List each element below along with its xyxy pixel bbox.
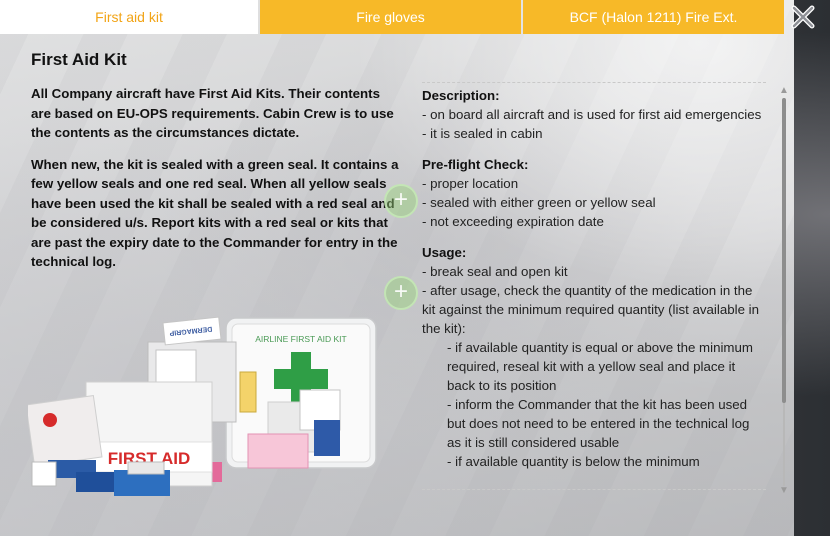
arrow-up-icon[interactable]: ▲ xyxy=(778,86,790,96)
description-line: - on board all aircraft and is used for … xyxy=(422,107,762,122)
first-aid-kit-illustration: AIRLINE FIRST AID KIT DERMAGRIP FIRST AI… xyxy=(28,316,377,496)
preflight-line: - proper location xyxy=(422,176,519,191)
usage-section: Usage: - break seal and open kit - after… xyxy=(422,243,766,471)
usage-line: - after usage, check the quantity of the… xyxy=(422,283,760,336)
scrollbar-thumb[interactable] xyxy=(782,98,786,403)
usage-subline: - if available quantity is below the min… xyxy=(447,454,700,469)
usage-subline: - if available quantity is equal or abov… xyxy=(447,340,753,393)
details-scroll-area[interactable]: Description: - on board all aircraft and… xyxy=(422,82,766,490)
description-heading: Description: xyxy=(422,88,500,103)
plus-icon[interactable]: + xyxy=(384,184,418,218)
close-icon[interactable] xyxy=(790,4,816,30)
preflight-line: - sealed with either green or yellow sea… xyxy=(422,195,656,210)
tab-fire-gloves[interactable]: Fire gloves xyxy=(260,0,521,34)
divider xyxy=(422,489,766,490)
usage-subline: - inform the Commander that the kit has … xyxy=(447,397,750,450)
tab-first-aid-kit[interactable]: First aid kit xyxy=(0,0,258,34)
arrow-down-icon[interactable]: ▼ xyxy=(778,486,790,496)
usage-line: - break seal and open kit xyxy=(422,264,568,279)
usage-heading: Usage: xyxy=(422,245,467,260)
intro-paragraph: All Company aircraft have First Aid Kits… xyxy=(31,86,394,140)
description-line: - it is sealed in cabin xyxy=(422,126,543,141)
kit-box-label: AIRLINE FIRST AID KIT xyxy=(255,334,346,344)
description-section: Description: - on board all aircraft and… xyxy=(422,86,766,143)
intro-paragraph: When new, the kit is sealed with a green… xyxy=(31,156,399,270)
preflight-section: Pre-flight Check: - proper location - se… xyxy=(422,155,766,231)
intro-text: All Company aircraft have First Aid Kits… xyxy=(31,84,403,284)
page-title: First Aid Kit xyxy=(31,50,127,69)
content-panel: First aid kit Fire gloves BCF (Halon 121… xyxy=(0,0,794,536)
tab-bcf-fire-extinguisher[interactable]: BCF (Halon 1211) Fire Ext. xyxy=(523,0,784,34)
scrollbar[interactable]: ▲ ▼ xyxy=(778,86,790,496)
tab-bar: First aid kit Fire gloves BCF (Halon 121… xyxy=(0,0,794,34)
preflight-line: - not exceeding expiration date xyxy=(422,214,604,229)
preflight-heading: Pre-flight Check: xyxy=(422,157,529,172)
plus-icon[interactable]: + xyxy=(384,276,418,310)
